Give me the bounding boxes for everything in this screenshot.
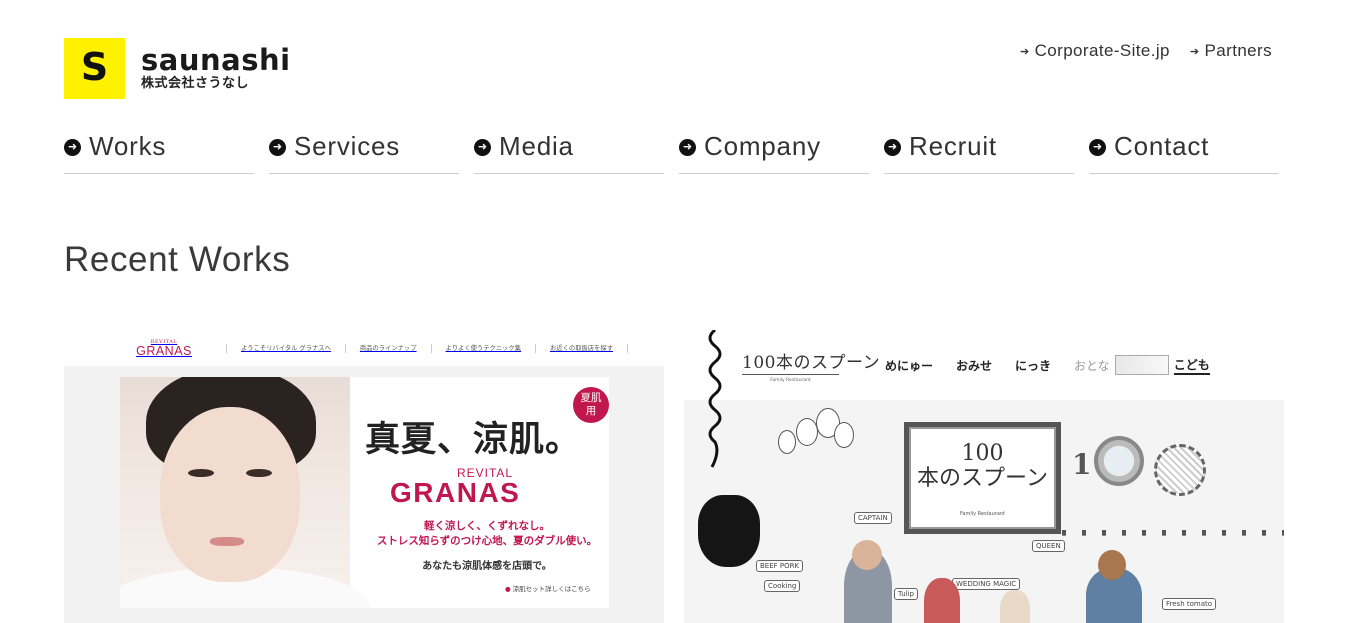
circle-arrow-right-icon: ➜ xyxy=(474,139,491,156)
partners-link[interactable]: ➔ Partners xyxy=(1190,41,1272,61)
thumbnail-menu-item: めにゅー xyxy=(885,358,934,373)
hero-visual: 真夏、涼肌。 夏肌用 REVITAL GRANAS 軽く涼しく、くずれなし。 ス… xyxy=(120,377,609,608)
doodle-label: Tulip xyxy=(894,588,918,600)
logo-company-name: 株式会社さうなし xyxy=(141,75,250,91)
hero-copy-line: 軽く涼しく、くずれなし。 xyxy=(424,520,550,532)
hero-link: 涼肌セット詳しくはこちら xyxy=(505,583,591,593)
thumbnail-toggle xyxy=(1114,355,1169,375)
nav-label: Company xyxy=(704,131,821,161)
doodle-label: QUEEN xyxy=(1032,540,1065,552)
nav-label: Recruit xyxy=(909,131,997,161)
work-thumbnail-body: 真夏、涼肌。 夏肌用 REVITAL GRANAS 軽く涼しく、くずれなし。 ス… xyxy=(64,366,664,623)
work-card-100-spoons[interactable]: 100 本のスプーン Family Restaurant 1 CAPTAIN Q… xyxy=(684,330,1284,623)
work-thumbnail-header: REVITAL GRANAS ようこそリバイタル グラナスへ 商品のラインナップ… xyxy=(64,330,664,366)
nav-label: Services xyxy=(294,131,401,161)
nav-label: Contact xyxy=(1114,131,1210,161)
main-nav: ➜ Works ➜ Services ➜ Media ➜ Company ➜ R… xyxy=(64,130,1282,174)
nav-item-contact[interactable]: ➜ Contact xyxy=(1089,130,1279,174)
logo-name: saunashi xyxy=(141,42,291,77)
frame-subtitle: Family Restaurant xyxy=(959,511,1006,517)
person-photo xyxy=(1098,550,1126,580)
restaurant-logo-sub: Family Restaurant xyxy=(770,378,811,383)
work-thumbnail-body: 100 本のスプーン Family Restaurant 1 CAPTAIN Q… xyxy=(684,400,1284,623)
corporate-site-label: Corporate-Site.jp xyxy=(1034,41,1170,60)
porthole-drawing xyxy=(1094,436,1144,486)
thumbnail-menu: めにゅー おみせ にっき おとな こども xyxy=(885,355,1210,375)
thumbnail-menu-item: 商品のラインナップ xyxy=(344,343,431,353)
person-photo xyxy=(924,578,960,623)
circle-arrow-right-icon: ➜ xyxy=(679,139,696,156)
model-photo xyxy=(120,377,370,608)
nav-item-company[interactable]: ➜ Company xyxy=(679,130,869,174)
thumbnail-menu-item: にっき xyxy=(1015,358,1052,373)
logo-link[interactable]: S saunashi 株式会社さうなし xyxy=(64,38,291,99)
person-photo xyxy=(852,540,882,570)
logo-mark: S xyxy=(64,38,125,99)
utility-links: ➔ Corporate-Site.jp ➔ Partners xyxy=(1020,41,1272,61)
circle-arrow-right-icon: ➜ xyxy=(1089,139,1106,156)
section-title: Recent Works xyxy=(64,240,291,279)
brand-logo: REVITAL GRANAS xyxy=(128,339,200,358)
hero-copy: 軽く涼しく、くずれなし。 ストレス知らずのつけ心地、夏のダブル使い。 xyxy=(372,519,602,549)
frame-title-line: 100 xyxy=(961,441,1004,466)
nav-item-recruit[interactable]: ➜ Recruit xyxy=(884,130,1074,174)
thumbnail-menu: ようこそリバイタル グラナスへ 商品のラインナップ よりよく使うテクニック集 お… xyxy=(226,343,628,353)
hero-subcopy: あなたも涼肌体感を店頭で。 xyxy=(422,561,552,572)
doodle-label: WEDDING MAGIC xyxy=(952,578,1021,590)
season-badge: 夏肌用 xyxy=(573,387,609,423)
circle-arrow-right-icon: ➜ xyxy=(269,139,286,156)
partners-label: Partners xyxy=(1204,41,1272,60)
nav-item-media[interactable]: ➜ Media xyxy=(474,130,664,174)
thumbnail-menu-item: おみせ xyxy=(956,358,993,373)
brand-logo-big: GRANAS xyxy=(136,343,192,358)
badge-drawing xyxy=(1154,444,1206,496)
telephone-cord-drawing xyxy=(708,330,722,468)
hero-copy-line: ストレス知らずのつけ心地、夏のダブル使い。 xyxy=(376,535,598,547)
doodle-label: BEEF PORK xyxy=(756,560,804,572)
person-photo xyxy=(1000,590,1030,623)
restaurant-logo-text: 100本のスプーン xyxy=(742,348,880,375)
thumbnail-menu-item: ようこそリバイタル グラナスへ xyxy=(226,343,345,353)
picture-frame: 100 本のスプーン Family Restaurant xyxy=(904,422,1061,534)
doodle-label: CAPTAIN xyxy=(854,512,892,524)
frame-title: 100 本のスプーン xyxy=(909,441,1056,491)
nav-item-works[interactable]: ➜ Works xyxy=(64,130,254,174)
work-thumbnail-header: 100本のスプーン Family Restaurant めにゅー おみせ にっき… xyxy=(684,330,1284,400)
doodle-label: Fresh tomato xyxy=(1162,598,1217,610)
number-one: 1 xyxy=(1072,448,1092,481)
corporate-site-link[interactable]: ➔ Corporate-Site.jp xyxy=(1020,41,1170,61)
doodle-label: Cooking xyxy=(764,580,801,592)
frame-title-line: 本のスプーン xyxy=(917,466,1048,491)
logo-text: saunashi 株式会社さうなし xyxy=(141,45,291,93)
work-card-granas[interactable]: REVITAL GRANAS ようこそリバイタル グラナスへ 商品のラインナップ… xyxy=(64,330,664,623)
nav-label: Media xyxy=(499,131,574,161)
nav-label: Works xyxy=(89,131,167,161)
arrow-right-icon: ➔ xyxy=(1189,45,1200,58)
nav-item-services[interactable]: ➜ Services xyxy=(269,130,459,174)
circle-arrow-right-icon: ➜ xyxy=(884,139,901,156)
bunting-drawing xyxy=(1054,530,1284,536)
thumbnail-menu-item: よりよく使うテクニック集 xyxy=(430,343,535,353)
circle-arrow-right-icon: ➜ xyxy=(64,139,81,156)
arrow-right-icon: ➔ xyxy=(1019,45,1030,58)
thumbnail-toggle-left: おとな xyxy=(1074,358,1110,373)
hero-headline: 真夏、涼肌。 xyxy=(365,419,582,460)
product-logo-big: GRANAS xyxy=(390,477,521,508)
restaurant-logo: 100本のスプーン Family Restaurant xyxy=(742,348,880,383)
thumbnail-menu-item: お近くの取扱店を探す xyxy=(535,343,628,353)
thumbnail-toggle-right: こども xyxy=(1173,356,1210,375)
